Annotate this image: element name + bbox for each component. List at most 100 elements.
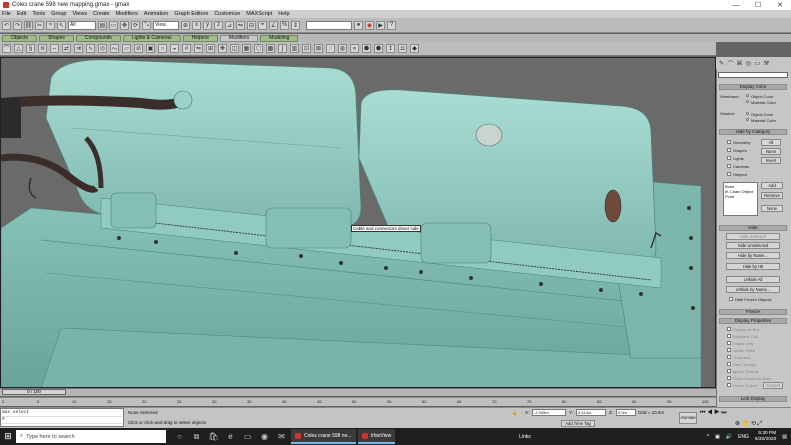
material-mod-icon[interactable]: ◆ xyxy=(410,44,419,53)
menu-views[interactable]: Views xyxy=(73,11,88,17)
angle-snap-icon[interactable]: ∠ xyxy=(269,20,278,30)
pivot-icon[interactable]: ⊕ xyxy=(181,20,190,30)
hide-unselected-button[interactable]: Hide Unselected xyxy=(726,242,780,249)
remove-button[interactable]: Remove xyxy=(761,192,783,199)
mail-icon[interactable]: ✉ xyxy=(274,429,289,444)
unhide-all-button[interactable]: Unhide All xyxy=(726,276,780,283)
taskbar-app-irfanview[interactable]: IrfanView xyxy=(357,429,396,444)
see-through-checkbox[interactable] xyxy=(727,362,731,366)
bend-icon[interactable]: ⌒ xyxy=(2,44,11,53)
hide-rollout[interactable]: Hide xyxy=(719,225,787,231)
shaded-button[interactable]: Shaded xyxy=(763,382,783,389)
taskbar-search-box[interactable]: ⌕ Type here to search xyxy=(16,430,166,443)
display-color-rollout[interactable]: Display Color xyxy=(719,84,787,90)
axis-xy-icon[interactable]: ⊿ xyxy=(225,20,234,30)
maxscript-listener[interactable]: max select # xyxy=(0,408,124,427)
select-rotate-icon[interactable]: ⟳ xyxy=(131,20,140,30)
named-selection-dropdown[interactable] xyxy=(306,20,352,30)
trajectory-checkbox[interactable] xyxy=(727,355,731,359)
add-button[interactable]: Add xyxy=(761,182,783,189)
windows-start-icon[interactable]: ⊞ xyxy=(0,428,16,445)
select-link-icon[interactable]: ⛓ xyxy=(24,20,33,30)
tray-chevron-icon[interactable]: ^ xyxy=(707,434,709,440)
snap-icon[interactable]: ⌖ xyxy=(258,20,267,30)
add-time-tag-button[interactable]: Add Time Tag xyxy=(561,420,595,427)
menu-maxscript[interactable]: MAXScript xyxy=(246,11,272,17)
undo-icon[interactable]: ↶ xyxy=(2,20,11,30)
select-move-icon[interactable]: ✥ xyxy=(120,20,129,30)
maxscript-input[interactable]: # xyxy=(2,417,122,424)
animate-button[interactable]: Animate xyxy=(679,412,697,424)
quick-render-icon[interactable]: ▶ xyxy=(376,20,385,30)
select-scale-icon[interactable]: ⤡ xyxy=(142,20,151,30)
edges-only-checkbox[interactable] xyxy=(727,341,731,345)
modify-tab-icon[interactable]: ⌒ xyxy=(727,60,734,68)
playback-controls-icon[interactable]: ⏮ ◀ ▶ ⏭ xyxy=(700,410,727,417)
menu-modifiers[interactable]: Modifiers xyxy=(116,11,138,17)
hide-selected-button[interactable]: Hide Selected xyxy=(726,233,780,240)
edge-icon[interactable]: e xyxy=(223,429,238,444)
minimize-button[interactable]: — xyxy=(725,0,747,10)
unwrap-uvw-icon[interactable]: ⊠ xyxy=(314,44,323,53)
vertex-ticks-checkbox[interactable] xyxy=(727,348,731,352)
cameras-checkbox[interactable] xyxy=(727,164,731,168)
unhide-by-name-button[interactable]: Unhide by Name... xyxy=(726,286,780,293)
track-bar[interactable]: 0 5 10 15 20 25 30 35 40 45 50 55 60 65 … xyxy=(0,397,716,406)
affect-region-icon[interactable]: ◒ xyxy=(170,44,179,53)
help-icon[interactable]: ? xyxy=(387,20,396,30)
uvw-map-icon[interactable]: ⊡ xyxy=(302,44,311,53)
wireframe-object-color-radio[interactable] xyxy=(746,94,749,97)
wave-icon[interactable]: 〜 xyxy=(110,44,119,53)
hide-by-hit-button[interactable]: Hide by Hit xyxy=(726,263,780,270)
menu-create[interactable]: Create xyxy=(93,11,110,17)
ignore-extents-checkbox[interactable] xyxy=(727,369,731,373)
redo-icon[interactable]: ↷ xyxy=(13,20,22,30)
freeze-rollout[interactable]: Freeze xyxy=(719,309,787,315)
x-coordinate-field[interactable]: -2.945m xyxy=(532,409,566,416)
clock[interactable]: 5:30 PM 6/30/2020 xyxy=(755,431,776,443)
menu-file[interactable]: File xyxy=(2,11,11,17)
store-icon[interactable]: 🛍 xyxy=(206,429,221,444)
cortana-icon[interactable]: ○ xyxy=(172,429,187,444)
mirror-icon[interactable]: ⇋ xyxy=(236,20,245,30)
noise-icon[interactable]: ≋ xyxy=(38,44,47,53)
displace-icon[interactable]: ⊞ xyxy=(206,44,215,53)
lattice-icon[interactable]: # xyxy=(182,44,191,53)
taper-icon[interactable]: △ xyxy=(14,44,23,53)
z-coordinate-field[interactable]: 0.0m xyxy=(616,409,636,416)
spline-select-icon[interactable]: ∫ xyxy=(278,44,287,53)
create-tab-icon[interactable]: ✎ xyxy=(718,60,725,67)
helpers-checkbox[interactable] xyxy=(727,172,731,176)
notifications-icon[interactable]: ▤ xyxy=(782,434,787,440)
hide-by-category-rollout[interactable]: Hide by Category xyxy=(719,129,787,135)
xform-icon[interactable]: ✥ xyxy=(218,44,227,53)
list-item[interactable]: Point xyxy=(725,194,756,199)
cap-holes-icon[interactable]: ◘ xyxy=(398,44,407,53)
shaded-material-color-radio[interactable] xyxy=(746,118,749,121)
tab-compounds[interactable]: Compounds xyxy=(75,34,121,42)
wireframe-material-color-radio[interactable] xyxy=(746,100,749,103)
display-as-box-checkbox[interactable] xyxy=(727,327,731,331)
all-button[interactable]: All xyxy=(761,139,781,146)
volume-icon[interactable]: 🔊 xyxy=(726,434,732,440)
preserve-icon[interactable]: ◫ xyxy=(230,44,239,53)
hide-by-name-button[interactable]: Hide by Name... xyxy=(726,252,780,259)
menu-tools[interactable]: Tools xyxy=(32,11,45,17)
object-name-field[interactable] xyxy=(718,72,788,78)
utilities-tab-icon[interactable]: ⚒ xyxy=(763,60,770,67)
y-coordinate-field[interactable]: 0.414m xyxy=(576,409,606,416)
spinner-snap-icon[interactable]: ⇕ xyxy=(291,20,300,30)
region-select-icon[interactable]: ▭ xyxy=(109,20,118,30)
shell-icon[interactable]: ▣ xyxy=(146,44,155,53)
hide-frozen-checkbox[interactable] xyxy=(729,297,733,301)
percent-snap-icon[interactable]: % xyxy=(280,20,289,30)
tab-shapes[interactable]: Shapes xyxy=(38,34,74,42)
axis-x-icon[interactable]: x xyxy=(192,20,201,30)
menu-animation[interactable]: Animation xyxy=(144,11,168,17)
ripple-icon[interactable]: ◎ xyxy=(98,44,107,53)
language-indicator[interactable]: ENG xyxy=(738,434,749,440)
viewport-nav-icon[interactable]: ⊕ ✋ ⟲ ⤢ xyxy=(735,420,762,428)
patch-select-icon[interactable]: ▩ xyxy=(266,44,275,53)
network-icon[interactable]: ▣ xyxy=(715,434,720,440)
reference-coordinate-dropdown[interactable]: View xyxy=(153,20,179,30)
